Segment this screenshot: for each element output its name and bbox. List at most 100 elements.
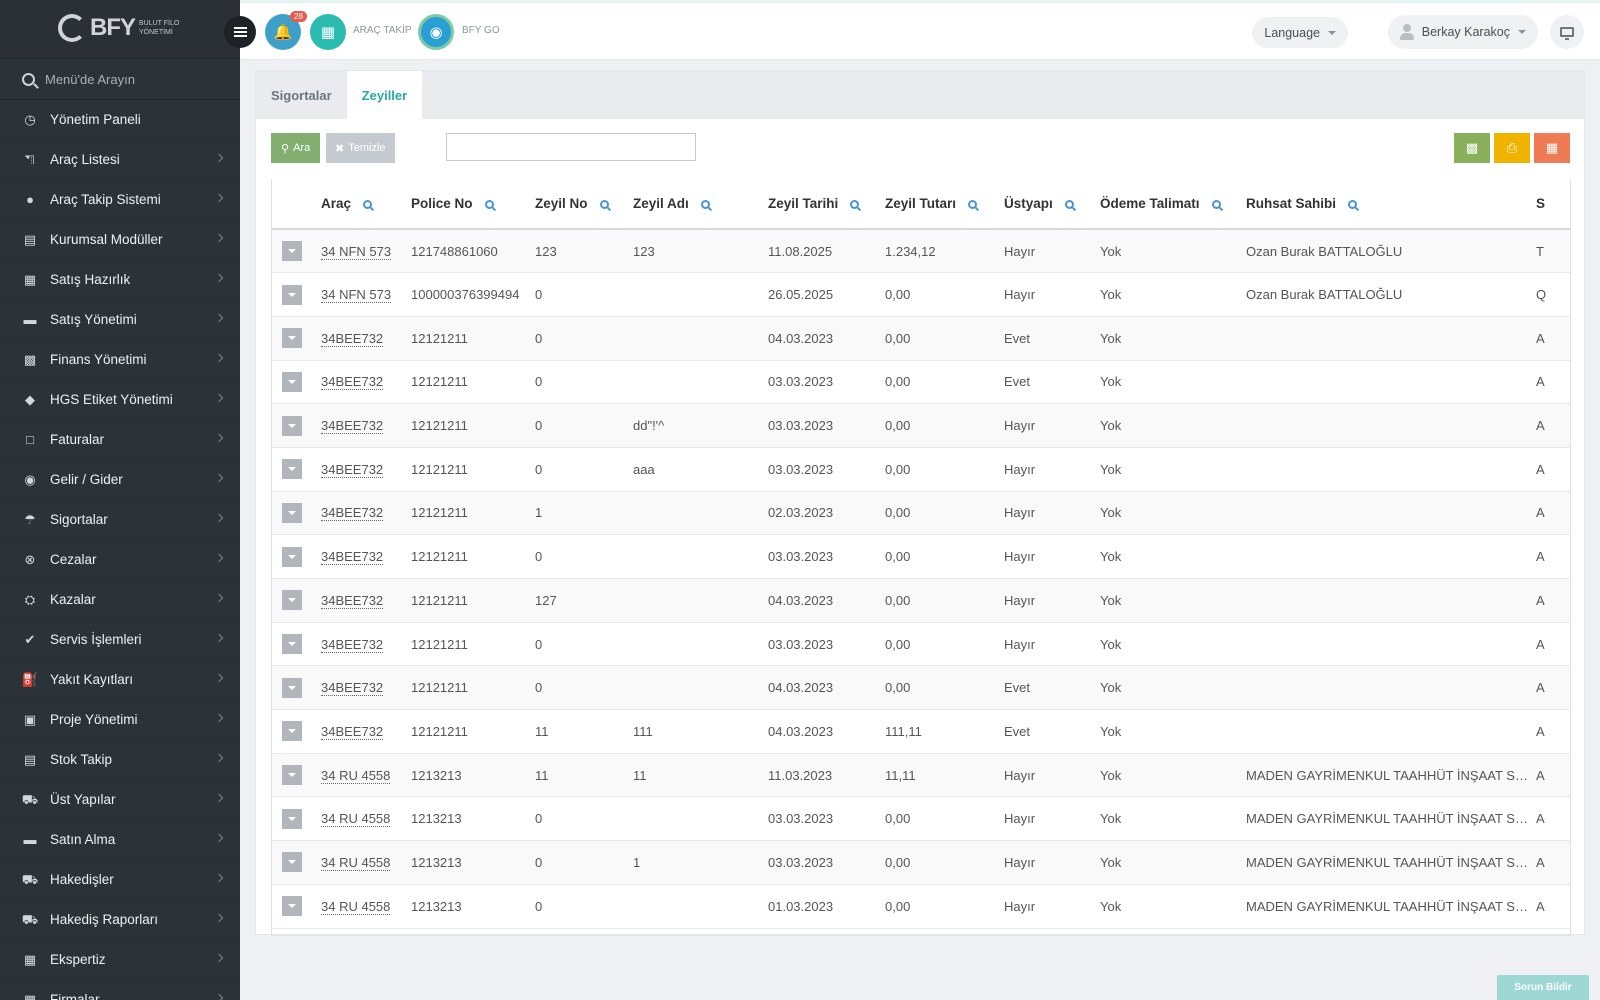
row-dropdown-button[interactable]	[282, 590, 302, 611]
column-header[interactable]: Zeyil Adı	[627, 179, 762, 230]
column-search-icon[interactable]	[850, 200, 860, 209]
table-row[interactable]: 34BEE732 12121211 1 02.03.2023 0,00 Hayır Yok A	[272, 491, 1570, 536]
row-dropdown-button[interactable]	[282, 415, 302, 436]
table-row[interactable]: 34 RU 4558 1213213 0 01.03.2023 0,00 Hayır Yok…	[272, 884, 1570, 929]
sidebar-item[interactable]: ⛭ Kazalar	[0, 580, 240, 620]
column-header[interactable]: Araç	[315, 179, 405, 230]
vehicle-plate-link[interactable]: 34 NFN 573	[321, 287, 392, 304]
sidebar-item[interactable]: ◉ Gelir / Gider	[0, 460, 240, 500]
column-header[interactable]: Ödeme Talimatı	[1094, 179, 1240, 230]
column-search-icon[interactable]	[599, 200, 609, 209]
column-search-icon[interactable]	[484, 200, 494, 209]
excel-export-button[interactable]: ▩	[1454, 133, 1490, 163]
row-dropdown-button[interactable]	[282, 765, 302, 786]
table-row[interactable]: 34BEE732 12121211 0 aaa 03.03.2023 0,00 Hayır Y…	[272, 447, 1570, 492]
row-dropdown-button[interactable]	[282, 502, 302, 523]
sidebar-item[interactable]: ▤ Kurumsal Modüller	[0, 220, 240, 260]
vehicle-plate-link[interactable]: 34BEE732	[321, 723, 384, 740]
arac-takip-link[interactable]: ARAÇ TAKİP	[353, 25, 412, 36]
column-header[interactable]: Ruhsat Sahibi	[1240, 179, 1530, 230]
sidebar-item[interactable]: ▤ Stok Takip	[0, 740, 240, 780]
table-row[interactable]: 34BEE732 12121211 0 03.03.2023 0,00 Hayır Yok A	[272, 622, 1570, 667]
row-dropdown-button[interactable]	[282, 896, 302, 917]
sidebar-item[interactable]: ▣ Proje Yönetimi	[0, 700, 240, 740]
sidebar-item[interactable]: □ Faturalar	[0, 420, 240, 460]
vehicle-plate-link[interactable]: 34BEE732	[321, 330, 384, 347]
vehicle-plate-link[interactable]: 34BEE732	[321, 636, 384, 653]
table-row[interactable]: 34 RU 4558 1213213 11 11 11.03.2023 11,11 Hayı…	[272, 753, 1570, 798]
clear-button[interactable]: ✖ Temizle	[326, 133, 395, 163]
sidebar-item[interactable]: ⊗ Cezalar	[0, 540, 240, 580]
vehicle-plate-link[interactable]: 34BEE732	[321, 680, 384, 697]
sidebar-item[interactable]: ◆ HGS Etiket Yönetimi	[0, 380, 240, 420]
column-header[interactable]: Üstyapı	[998, 179, 1094, 230]
table-row[interactable]: 34 NFN 573 100000376399494 0 26.05.2025 0,00…	[272, 272, 1570, 317]
row-dropdown-button[interactable]	[282, 808, 302, 829]
tab-zeyiller[interactable]: Zeyiller	[346, 71, 423, 119]
tab-sigortalar[interactable]: Sigortalar	[256, 71, 347, 119]
vehicle-plate-link[interactable]: 34BEE732	[321, 549, 384, 566]
row-dropdown-button[interactable]	[282, 721, 302, 742]
column-header[interactable]: Zeyil Tutarı	[879, 179, 998, 230]
bfy-go-button[interactable]: ◉	[418, 14, 454, 50]
vehicle-plate-link[interactable]: 34 RU 4558	[321, 811, 391, 828]
table-row[interactable]: 34BEE732 12121211 11 111 04.03.2023 111,11 Eve…	[272, 709, 1570, 754]
print-button[interactable]: ⎙	[1494, 133, 1530, 163]
sidebar-item[interactable]: ⛽ Yakıt Kayıtları	[0, 660, 240, 700]
sidebar-item[interactable]: ● Araç Takip Sistemi	[0, 180, 240, 220]
column-search-icon[interactable]	[968, 200, 978, 209]
table-row[interactable]: 34BEE732 12121211 0 dd"!'^ 03.03.2023 0,00 Hay…	[272, 403, 1570, 448]
notifications-button[interactable]: 🔔 28	[265, 11, 307, 50]
columns-button[interactable]: ▦	[1534, 133, 1570, 163]
menu-search[interactable]: Menü'de Arayın	[0, 59, 240, 100]
vehicle-plate-link[interactable]: 34 RU 4558	[321, 854, 391, 871]
table-row[interactable]: 34BEE732 12121211 0 04.03.2023 0,00 Evet Yok A	[272, 316, 1570, 361]
user-menu[interactable]: Berkay Karakoç	[1387, 15, 1538, 49]
table-row[interactable]: 34 RU 4558 1213213 0 1 03.03.2023 0,00 Hayır Yo…	[272, 840, 1570, 885]
sidebar-item[interactable]: ▦ Ekspertiz	[0, 940, 240, 980]
row-dropdown-button[interactable]	[282, 459, 302, 480]
row-dropdown-button[interactable]	[282, 328, 302, 349]
fullscreen-button[interactable]	[1550, 15, 1584, 49]
table-row[interactable]: 34BEE732 12121211 0 03.03.2023 0,00 Hayır Yok A	[272, 534, 1570, 579]
vehicle-plate-link[interactable]: 34BEE732	[321, 374, 384, 391]
row-dropdown-button[interactable]	[282, 284, 302, 305]
sidebar-item[interactable]: ▦ Satış Hazırlık	[0, 260, 240, 300]
sidebar-item[interactable]: ⛟ Hakediş Raporları	[0, 900, 240, 940]
sidebar-item[interactable]: ▩ Finans Yönetimi	[0, 340, 240, 380]
sidebar-item[interactable]: ◷ Yönetim Paneli	[0, 100, 240, 140]
column-header[interactable]: Police No	[405, 179, 529, 230]
table-row[interactable]: 34 NFN 573 121748861060 123 123 11.08.2025 1.…	[272, 229, 1570, 274]
sidebar-item[interactable]: ✔ Servis İşlemleri	[0, 620, 240, 660]
search-button[interactable]: ⚲ Ara	[271, 133, 321, 163]
vehicle-plate-link[interactable]: 34BEE732	[321, 592, 384, 609]
sidebar-item[interactable]: ▬ Satış Yönetimi	[0, 300, 240, 340]
vehicle-plate-link[interactable]: 34BEE732	[321, 505, 384, 522]
table-row[interactable]: 34 RU 4558 1213213 0 03.03.2023 0,00 Hayır Yok…	[272, 796, 1570, 842]
arac-takip-button[interactable]: ▦	[310, 14, 346, 50]
row-dropdown-button[interactable]	[282, 634, 302, 655]
row-dropdown-button[interactable]	[282, 371, 302, 392]
column-search-icon[interactable]	[1064, 200, 1074, 209]
report-issue-button[interactable]: Sorun Bildir	[1497, 975, 1589, 1000]
column-header[interactable]: Zeyil No	[529, 179, 627, 230]
sidebar-item[interactable]: ☂ Sigortalar	[0, 500, 240, 540]
column-search-icon[interactable]	[1211, 200, 1221, 209]
row-dropdown-button[interactable]	[282, 546, 302, 567]
vehicle-plate-link[interactable]: 34 RU 4558	[321, 767, 391, 784]
column-search-icon[interactable]	[700, 200, 710, 209]
sidebar-item[interactable]: ▬ Satın Alma	[0, 820, 240, 860]
vehicle-plate-link[interactable]: 34BEE732	[321, 461, 384, 478]
column-search-icon[interactable]	[363, 200, 373, 209]
logo[interactable]: BFY BULUT FİLO YÖNETİMİ	[58, 14, 189, 42]
vehicle-plate-link[interactable]: 34BEE732	[321, 418, 384, 435]
search-input[interactable]	[446, 133, 696, 161]
table-row[interactable]: 34BEE732 12121211 0 04.03.2023 0,00 Evet Yok A	[272, 665, 1570, 711]
vehicle-plate-link[interactable]: 34 RU 4558	[321, 898, 391, 915]
vehicle-plate-link[interactable]: 34 NFN 573	[321, 243, 392, 260]
sidebar-item[interactable]: ⛟ Hakedişler	[0, 860, 240, 900]
row-dropdown-button[interactable]	[282, 677, 302, 698]
sidebar-item[interactable]: ⛟ Üst Yapılar	[0, 780, 240, 820]
bfy-go-link[interactable]: BFY GO	[462, 25, 500, 36]
menu-toggle-button[interactable]	[224, 16, 256, 48]
